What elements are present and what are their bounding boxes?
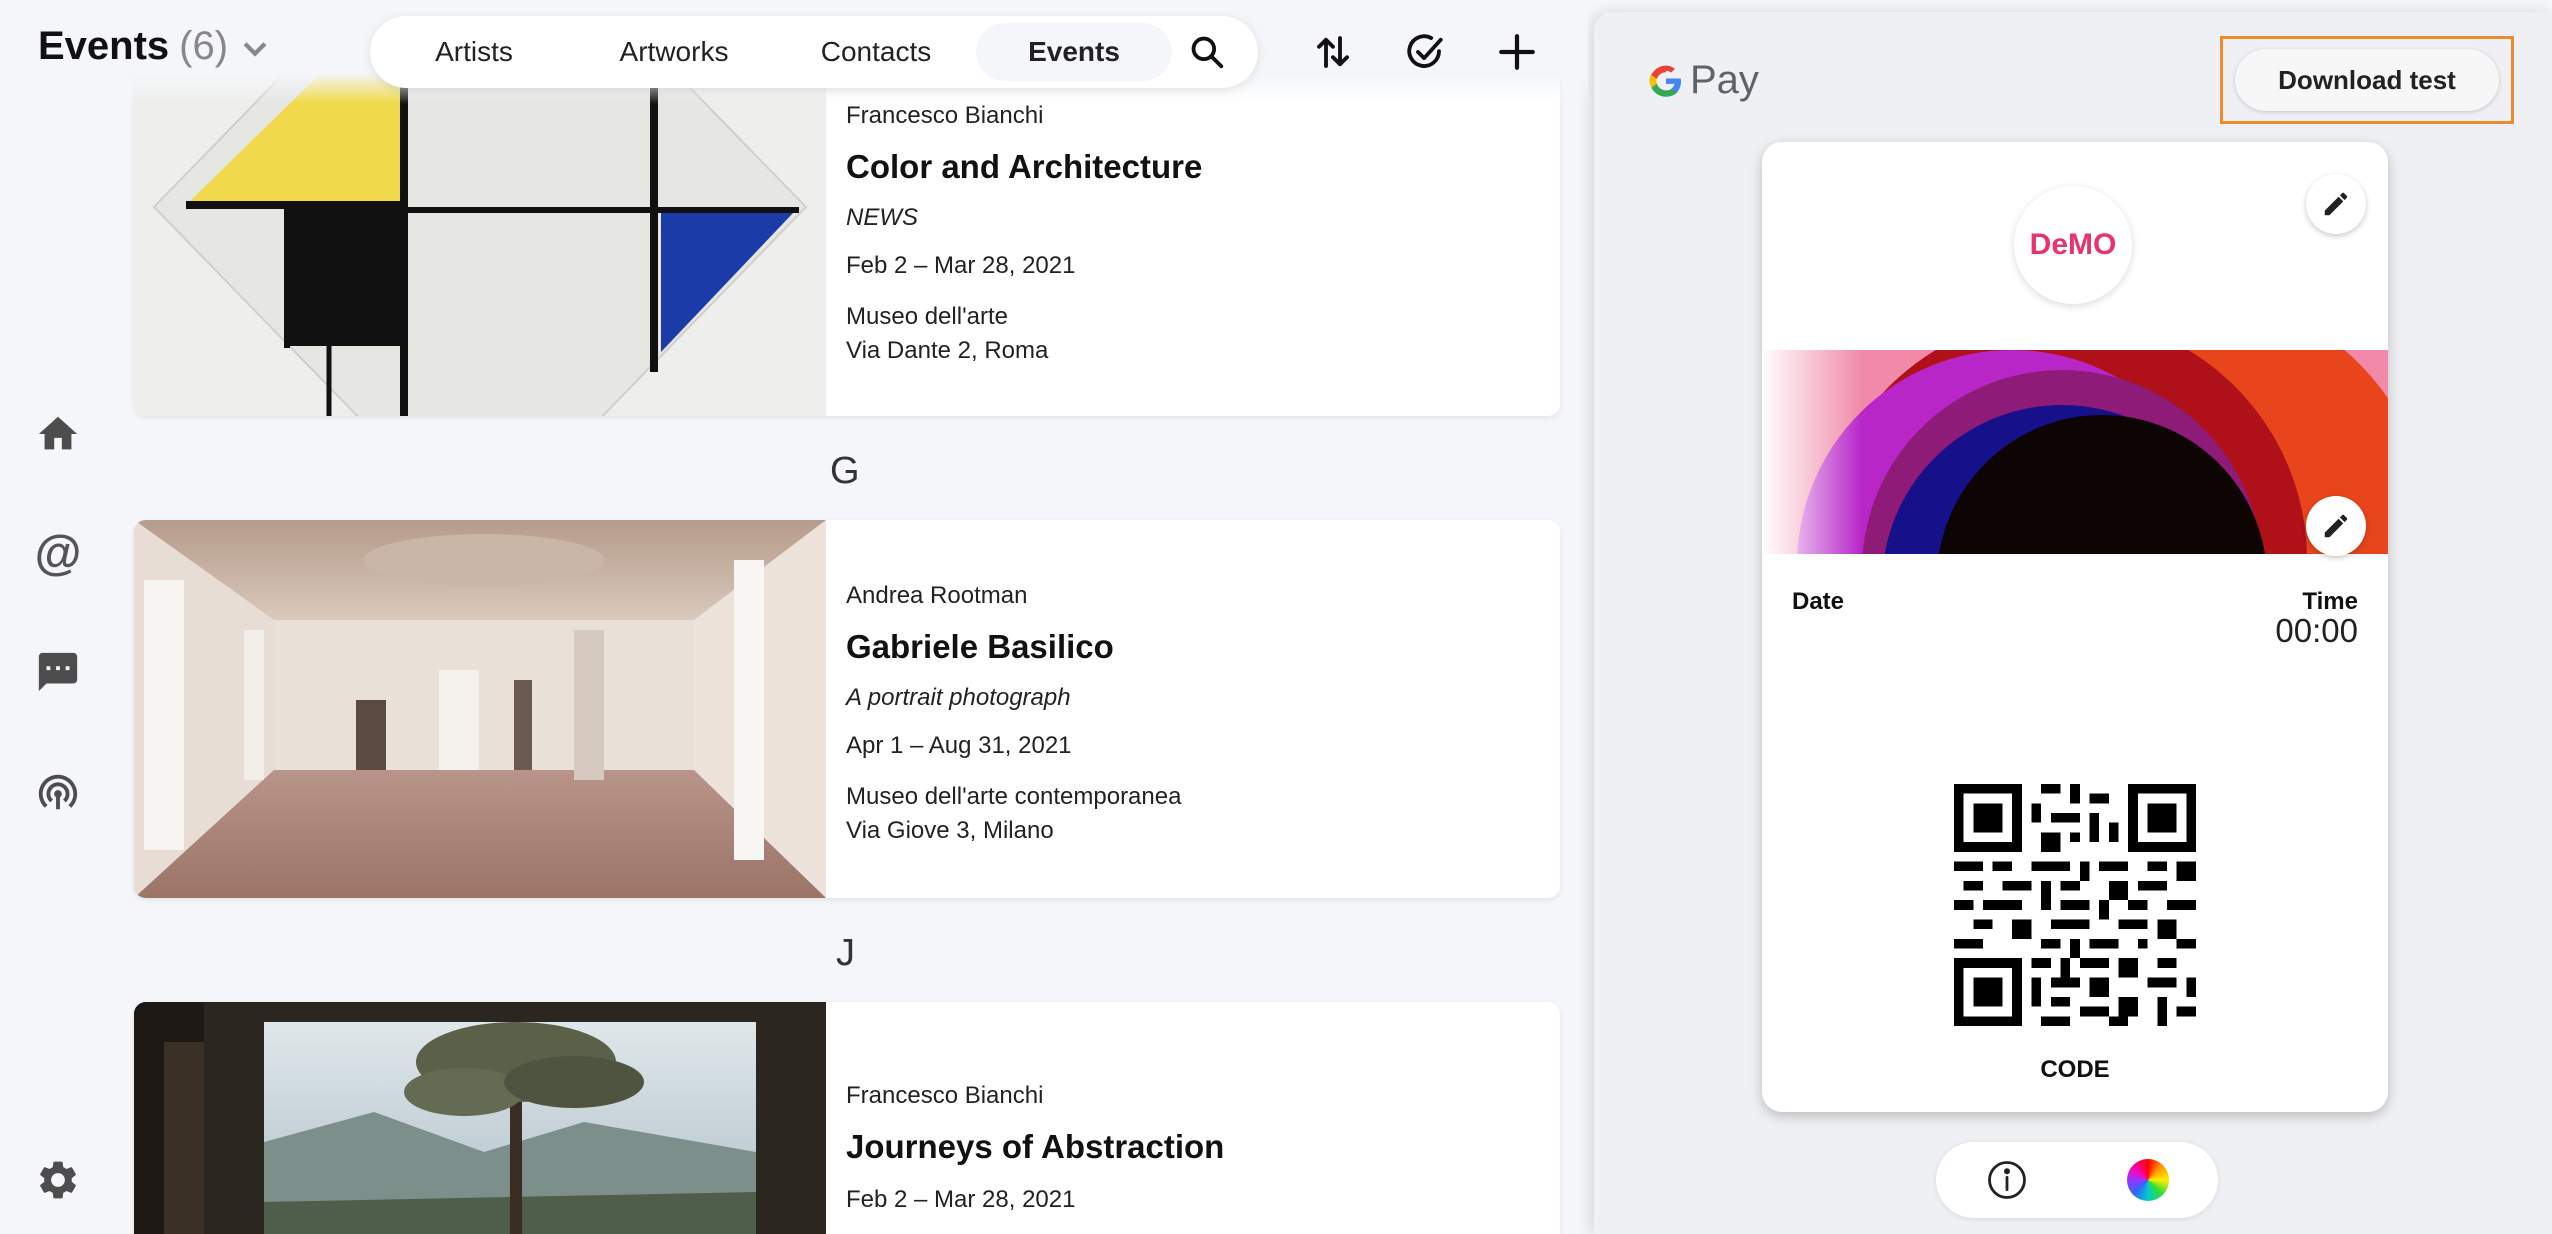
event-venue-name: Museo dell'arte contemporanea [846, 783, 1182, 810]
gear-icon[interactable] [32, 1154, 84, 1206]
google-pay-logo: Pay [1648, 58, 1759, 103]
home-icon[interactable] [32, 408, 84, 460]
event-address: Via Dante 2, Roma [846, 337, 1049, 364]
left-sidebar: @ [0, 0, 118, 1234]
search-icon[interactable] [1172, 23, 1242, 81]
tab-artists[interactable]: Artists [376, 23, 572, 81]
edit-logo-button[interactable] [2306, 174, 2366, 234]
time-value: 00:00 [2275, 612, 2358, 649]
event-count: (6) [179, 24, 229, 68]
tab-artworks[interactable]: Artworks [572, 23, 776, 81]
color-wheel-icon[interactable] [2124, 1156, 2172, 1204]
event-info: Francesco Bianchi Color and Architecture… [826, 52, 1202, 416]
event-venue: Museo dell'arte Via Dante 2, Roma [846, 300, 1202, 368]
date-label: Date [1792, 588, 1845, 615]
event-title: Gabriele Basilico [846, 628, 1114, 665]
pencil-icon [2324, 514, 2348, 538]
event-thumbnail [134, 52, 826, 416]
event-artist: Francesco Bianchi [846, 1082, 1044, 1109]
event-info: Andrea Rootman Gabriele Basilico A portr… [826, 520, 1181, 898]
event-thumbnail [134, 1002, 826, 1234]
sort-icon[interactable] [1305, 24, 1361, 80]
event-subtitle: NEWS [846, 204, 918, 231]
chat-icon[interactable] [32, 646, 84, 698]
pass-logo[interactable]: DeMO [2014, 186, 2132, 304]
edit-hero-button[interactable] [2306, 496, 2366, 556]
event-address: Via Giove 3, Milano [846, 817, 1054, 844]
event-list: Francesco Bianchi Color and Architecture… [134, 0, 1560, 1234]
tab-contacts[interactable]: Contacts [776, 23, 976, 81]
event-artist: Andrea Rootman [846, 582, 1028, 609]
download-highlight: Download test [2220, 36, 2514, 124]
section-letter: G [830, 450, 860, 492]
event-thumbnail [134, 520, 826, 898]
pass-toolbar [1936, 1142, 2218, 1218]
check-circle-icon[interactable] [1397, 24, 1453, 80]
brand-text: Pay [1690, 58, 1759, 102]
nav-tabs: Artists Artworks Contacts Events [370, 16, 1258, 88]
info-icon[interactable] [1983, 1156, 2031, 1204]
event-dates: Apr 1 – Aug 31, 2021 [846, 732, 1072, 759]
broadcast-icon[interactable] [32, 766, 84, 818]
event-card[interactable]: Francesco Bianchi Journeys of Abstractio… [134, 1002, 1560, 1234]
event-info: Francesco Bianchi Journeys of Abstractio… [826, 1002, 1224, 1234]
pencil-icon [2324, 192, 2348, 216]
event-venue-name: Museo dell'arte [846, 303, 1008, 330]
qr-code-icon [1954, 784, 2196, 1026]
event-subtitle: A portrait photograph [846, 684, 1071, 711]
event-dates: Feb 2 – Mar 28, 2021 [846, 252, 1076, 279]
event-card[interactable]: Andrea Rootman Gabriele Basilico A portr… [134, 520, 1560, 898]
page-title[interactable]: Events (6) [38, 24, 272, 69]
section-letter: J [836, 932, 855, 974]
at-sign-icon[interactable]: @ [32, 528, 84, 580]
wallet-pass-panel: Pay Download test DeMO Date Time 00:00 C… [1594, 12, 2552, 1234]
chevron-down-icon[interactable] [238, 30, 272, 64]
plus-icon[interactable] [1489, 24, 1545, 80]
event-title: Journeys of Abstraction [846, 1128, 1225, 1165]
code-label: CODE [2040, 1056, 2110, 1083]
event-venue: Museo dell'arte contemporanea Via Giove … [846, 780, 1181, 848]
event-title: Color and Architecture [846, 148, 1203, 185]
event-card[interactable]: Francesco Bianchi Color and Architecture… [134, 52, 1560, 416]
download-test-button[interactable]: Download test [2235, 49, 2499, 111]
pass-hero-image[interactable] [1762, 350, 2388, 554]
google-g-icon [1649, 65, 1681, 97]
event-artist: Francesco Bianchi [846, 102, 1044, 129]
page-title-text: Events [38, 24, 170, 68]
pass-card: DeMO Date Time 00:00 CODE [1762, 142, 2388, 1112]
event-dates: Feb 2 – Mar 28, 2021 [846, 1186, 1076, 1213]
tab-events[interactable]: Events [976, 23, 1172, 81]
